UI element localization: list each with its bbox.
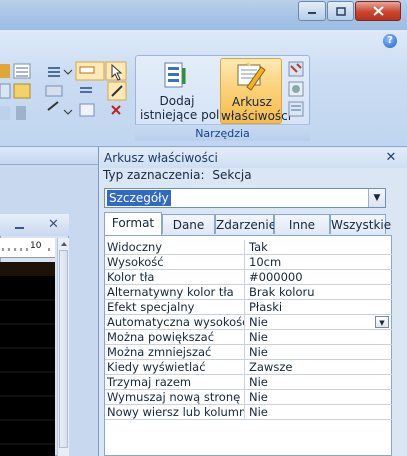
design-window-titlebar: ✕ [0,214,69,236]
close-icon[interactable]: ✕ [384,150,398,166]
ribbon-control-icon [0,64,10,78]
ribbon-controls-group [0,61,127,120]
minimize-button[interactable] [298,1,326,21]
add-fields-label: Dodaj istniejące pola [140,94,227,122]
property-row[interactable]: Wysokość 10cm [105,255,392,270]
canvas-gridlines [0,299,55,445]
property-row[interactable]: Kiedy wyświetlać Zawsze [105,360,392,375]
property-row[interactable]: Trzymaj razem Nie [105,375,392,390]
property-name: Nowy wiersz lub kolumna [107,405,245,420]
minimize-icon[interactable] [14,220,26,230]
property-sheet-icon [237,62,266,91]
tab-format[interactable]: Format [104,212,162,235]
minimize-icon [308,12,316,14]
property-value[interactable]: Nie [246,405,392,420]
left-pane-header [0,147,98,165]
property-row[interactable]: Widoczny Tak [105,240,392,255]
section-header-bar [0,262,55,276]
close-icon [372,6,384,16]
property-row[interactable]: Można zmniejszać Nie [105,345,392,360]
property-row[interactable]: Wymuszaj nową stronę Nie [105,390,392,405]
close-window-button[interactable] [355,1,401,21]
chevron-down-icon[interactable]: ▼ [375,316,389,328]
horizontal-ruler: 10 [0,238,55,258]
close-design-window-icon[interactable]: ✕ [48,217,59,232]
property-name: Można zmniejszać [105,345,245,360]
property-value[interactable]: Tak [246,240,392,255]
property-sheet-button[interactable]: Arkusz właściwości [220,58,292,124]
scroll-thumb[interactable] [59,250,68,448]
property-name: Widoczny [105,240,245,255]
property-value[interactable]: Nie [246,390,392,405]
selection-type-value: Sekcja [212,168,252,182]
property-name: Kiedy wyświetlać [105,360,245,375]
tools-small-icons [288,61,304,117]
property-row[interactable]: Alternatywny kolor tła Brak koloru [105,285,392,300]
property-name: Automatyczna wysokość [107,315,245,330]
property-value[interactable]: Zawsze [246,360,392,375]
property-name: Wysokość [105,255,245,270]
property-value[interactable]: Nie [246,345,392,360]
property-row[interactable]: Automatyczna wysokość Nie ▼ [105,315,392,330]
tab-dane[interactable]: Dane [162,214,215,234]
selection-type: Typ zaznaczenia: Sekcja [103,167,252,183]
detail-section-canvas[interactable] [0,262,55,456]
add-existing-fields-button[interactable]: Dodaj istniejące pola [140,58,227,124]
scroll-up-icon[interactable] [60,240,68,248]
tools-group-label: Narzędzia [135,124,310,141]
selection-type-label: Typ zaznaczenia: [103,168,205,182]
property-value[interactable]: 10cm [246,255,392,270]
vertical-scrollbar[interactable] [57,238,69,456]
property-row[interactable]: Kolor tła #000000 [105,270,392,285]
help-icon[interactable]: ? [383,34,397,48]
property-name: Wymuszaj nową stronę [105,390,245,405]
property-value[interactable]: Płaski [246,300,392,315]
maximize-button[interactable] [327,1,354,21]
property-row[interactable]: Nowy wiersz lub kolumna Nie [105,405,392,420]
property-name: Kolor tła [105,270,245,285]
property-value[interactable]: Brak koloru [246,285,392,300]
ruler-ticks [2,248,50,251]
tab-wszystkie[interactable]: Wszystkie [330,214,391,234]
maximize-icon [335,6,346,16]
property-name: Efekt specjalny [105,300,245,315]
property-sheet-label: Arkusz właściwości [221,95,292,123]
property-name: Alternatywny kolor tła [105,285,245,300]
property-value[interactable]: #000000 [246,270,392,285]
selected-object-value: Szczegóły [107,190,171,206]
tab-zdarzenie[interactable]: Zdarzenie [215,214,276,234]
property-sheet-title: Arkusz właściwości [100,148,407,168]
property-row[interactable]: Można powiększać Nie [105,330,392,345]
property-value[interactable]: Nie [246,330,392,345]
property-name: Trzymaj razem [105,375,245,390]
tab-inne[interactable]: Inne [274,214,330,234]
chevron-down-icon[interactable]: ▼ [368,189,385,207]
add-fields-icon [164,62,186,88]
property-value[interactable]: Nie [246,375,392,390]
property-value[interactable]: Nie [246,315,392,330]
ruler-mark: 10 [30,241,42,251]
property-row[interactable]: Efekt specjalny Płaski [105,300,392,315]
property-name: Można powiększać [105,330,245,345]
